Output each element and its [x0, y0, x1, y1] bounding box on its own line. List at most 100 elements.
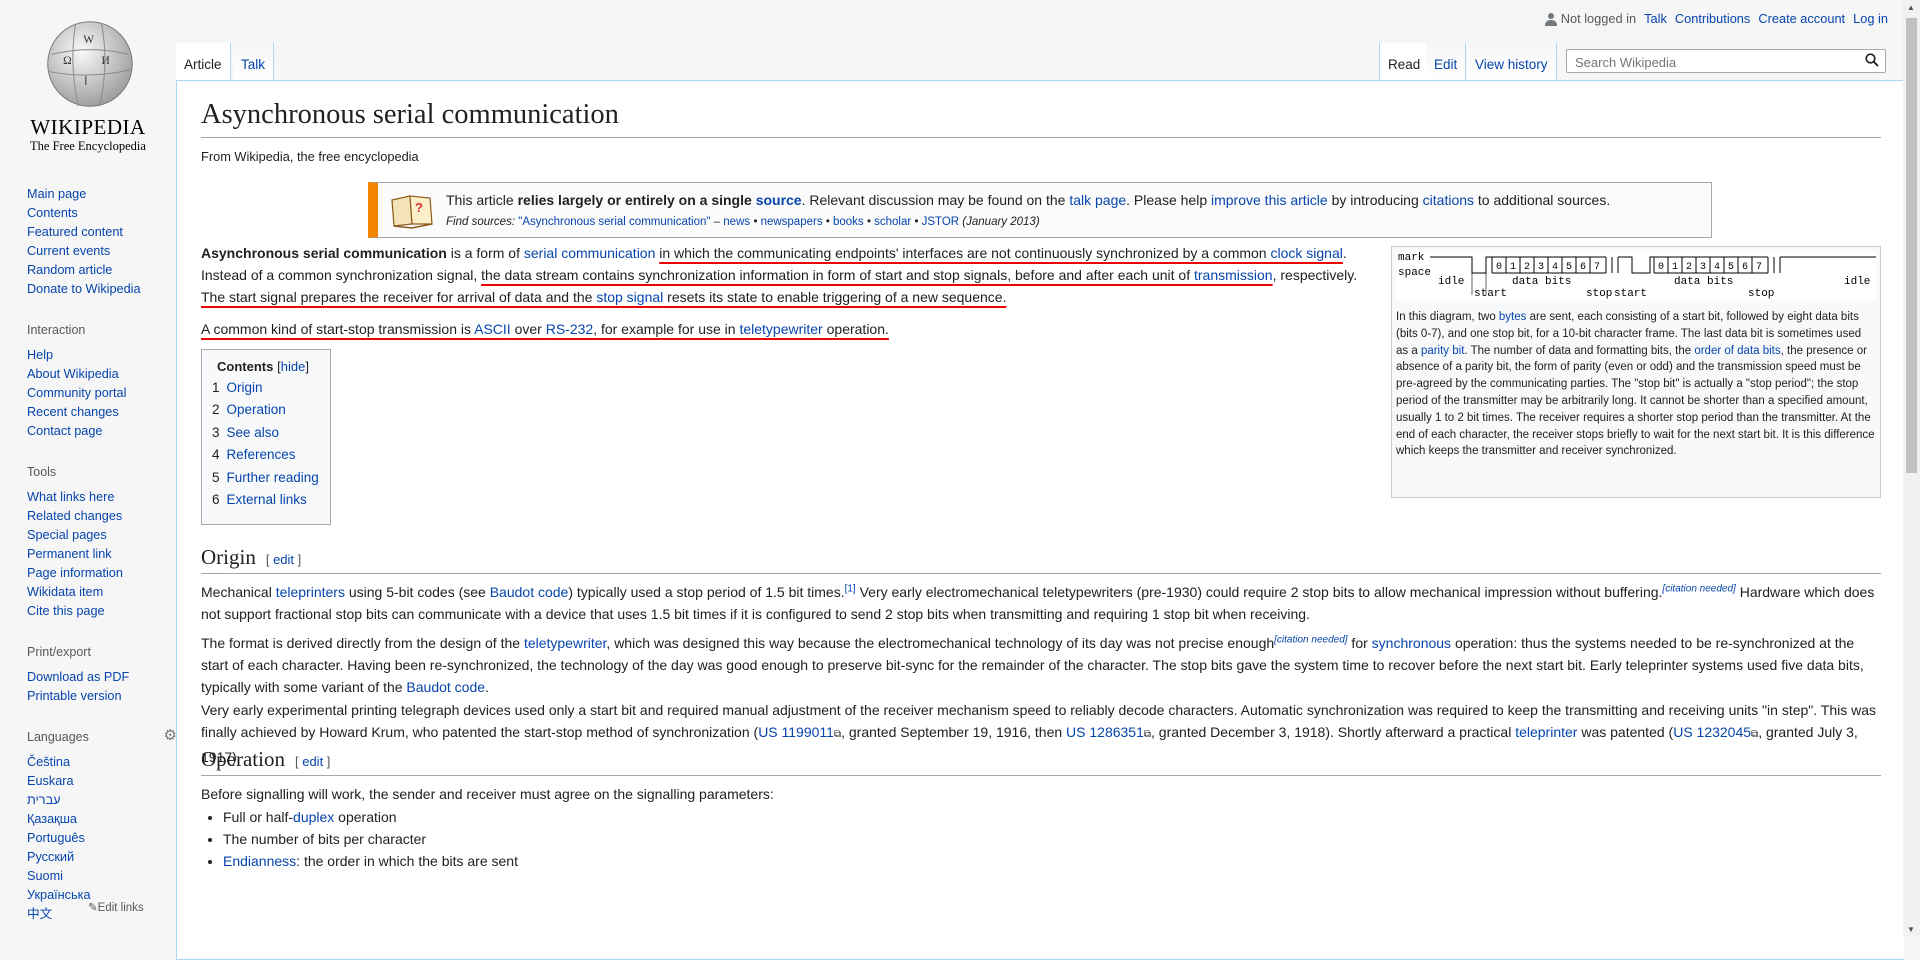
patent-link[interactable]: US 1199011: [758, 724, 834, 740]
ascii-link[interactable]: ASCII: [474, 321, 511, 337]
toc-entry-label[interactable]: Origin: [227, 380, 263, 395]
teletypewriter-link[interactable]: teletypewriter: [524, 635, 606, 651]
edit-links-button[interactable]: ✎Edit links: [88, 900, 144, 914]
sidebar-item-language[interactable]: עברית: [27, 791, 177, 810]
source-warning-box: ? This article relies largely or entirel…: [368, 182, 1712, 238]
citation-needed-link[interactable]: [citation needed]: [1662, 583, 1735, 594]
tab-article[interactable]: Article: [176, 43, 231, 80]
sidebar-item-contents[interactable]: Contents: [27, 204, 177, 223]
teleprinter-link[interactable]: teleprinter: [1515, 724, 1577, 740]
sidebar-item-what-links-here[interactable]: What links here: [27, 488, 177, 507]
sidebar-item-download-pdf[interactable]: Download as PDF: [27, 668, 177, 687]
rs-232-link[interactable]: RS-232: [546, 321, 593, 337]
sidebar-item-main-page[interactable]: Main page: [27, 185, 177, 204]
stop-signal-link[interactable]: stop signal: [596, 289, 663, 305]
tab-edit[interactable]: Edit: [1426, 43, 1467, 80]
sidebar-item-community-portal[interactable]: Community portal: [27, 384, 177, 403]
patent-link[interactable]: US 1232045: [1673, 724, 1751, 740]
baudot-code-link[interactable]: Baudot code: [406, 679, 485, 695]
sidebar-item-donate[interactable]: Donate to Wikipedia: [27, 280, 177, 299]
transmission-link[interactable]: transmission: [1194, 267, 1273, 283]
toc-entry[interactable]: 3 See also: [212, 424, 320, 442]
clock-signal-link[interactable]: clock signal: [1271, 245, 1343, 261]
teletypewriter-link[interactable]: teletypewriter: [739, 321, 822, 337]
talk-link[interactable]: Talk: [1644, 11, 1667, 26]
origin-edit-link[interactable]: edit: [273, 552, 294, 567]
tab-read[interactable]: Read: [1379, 43, 1430, 80]
bytes-link[interactable]: bytes: [1499, 311, 1527, 323]
log-in-link[interactable]: Log in: [1853, 11, 1888, 26]
source-link[interactable]: source: [756, 192, 802, 208]
operation-heading-text: Operation: [201, 747, 285, 771]
toc-entry[interactable]: 2 Operation: [212, 401, 320, 419]
toc-entry[interactable]: 6 External links: [212, 491, 320, 509]
books-link[interactable]: books: [833, 216, 864, 228]
sidebar-item-language[interactable]: Suomi: [27, 867, 177, 886]
sidebar-item-printable-version[interactable]: Printable version: [27, 687, 177, 706]
order-of-data-bits-link[interactable]: order of data bits: [1694, 345, 1780, 357]
synchronous-link[interactable]: synchronous: [1372, 635, 1451, 651]
sidebar-item-random-article[interactable]: Random article: [27, 261, 177, 280]
toc-entry-label[interactable]: External links: [227, 492, 307, 507]
scholar-link[interactable]: scholar: [874, 216, 911, 228]
toc-entry[interactable]: 5 Further reading: [212, 469, 320, 487]
toc-entry-label[interactable]: Operation: [227, 402, 286, 417]
toc-entry-label[interactable]: Further reading: [227, 470, 319, 485]
duplex-link[interactable]: duplex: [293, 809, 334, 825]
operation-edit-link[interactable]: edit: [302, 754, 323, 769]
sidebar-item-related-changes[interactable]: Related changes: [27, 507, 177, 526]
sidebar-item-language[interactable]: Português: [27, 829, 177, 848]
toc-hide-toggle[interactable]: hide: [281, 359, 306, 374]
toc-entry-label[interactable]: See also: [227, 425, 280, 440]
wikipedia-logo[interactable]: W Ω И ا WIKIPEDIA The Free Encyclopedia: [0, 0, 176, 160]
gear-icon[interactable]: ⚙: [164, 726, 177, 745]
sidebar-item-language[interactable]: Čeština: [27, 753, 177, 772]
sidebar-item-wikidata-item[interactable]: Wikidata item: [27, 583, 177, 602]
create-account-link[interactable]: Create account: [1758, 11, 1845, 26]
sidebar-item-permanent-link[interactable]: Permanent link: [27, 545, 177, 564]
sidebar-heading-tools: Tools: [27, 465, 57, 479]
citations-link[interactable]: citations: [1423, 192, 1474, 208]
talk-page-link[interactable]: talk page: [1069, 192, 1126, 208]
toc-entry-label[interactable]: References: [227, 447, 296, 462]
find-sources-query-link[interactable]: "Asynchronous serial communication": [518, 216, 710, 228]
tab-talk[interactable]: Talk: [233, 43, 275, 80]
page-scrollbar[interactable]: ▲ ▼: [1903, 0, 1920, 937]
sidebar-item-help[interactable]: Help: [27, 346, 177, 365]
sidebar-item-language[interactable]: Русский: [27, 848, 177, 867]
tab-view-history[interactable]: View history: [1467, 43, 1557, 80]
sidebar-item-language[interactable]: Euskara: [27, 772, 177, 791]
scroll-down-arrow-icon[interactable]: ▼: [1907, 925, 1915, 934]
search-icon[interactable]: [1865, 53, 1879, 67]
start-stop-timing-diagram[interactable]: mark space 01234567 01234567 idle data b…: [1396, 251, 1876, 301]
sidebar-item-featured-content[interactable]: Featured content: [27, 223, 177, 242]
news-link[interactable]: news: [723, 216, 750, 228]
contributions-link[interactable]: Contributions: [1675, 11, 1750, 26]
toc-entry[interactable]: 4 References: [212, 446, 320, 464]
toc-entry[interactable]: 1 Origin: [212, 379, 320, 397]
diagram-label-data-bits: data bits: [1674, 276, 1733, 288]
sidebar-item-page-information[interactable]: Page information: [27, 564, 177, 583]
endianness-link[interactable]: Endianness: [223, 853, 296, 869]
section-heading-operation: Operation [ edit ]: [201, 747, 1881, 776]
reference-link[interactable]: [1]: [845, 583, 856, 594]
sidebar-item-about[interactable]: About Wikipedia: [27, 365, 177, 384]
teleprinters-link[interactable]: teleprinters: [276, 584, 345, 600]
sidebar-item-contact-page[interactable]: Contact page: [27, 422, 177, 441]
newspapers-link[interactable]: newspapers: [761, 216, 823, 228]
patent-link[interactable]: US 1286351: [1066, 724, 1144, 740]
scroll-up-arrow-icon[interactable]: ▲: [1907, 3, 1915, 12]
jstor-link[interactable]: JSTOR: [922, 216, 960, 228]
citation-needed-link[interactable]: [citation needed]: [1274, 634, 1347, 645]
parity-bit-link[interactable]: parity bit: [1421, 345, 1464, 357]
scrollbar-thumb[interactable]: [1906, 18, 1917, 473]
improve-article-link[interactable]: improve this article: [1211, 192, 1328, 208]
sidebar-item-language[interactable]: Қазақша: [27, 810, 177, 829]
serial-communication-link[interactable]: serial communication: [524, 245, 656, 261]
sidebar-item-current-events[interactable]: Current events: [27, 242, 177, 261]
sidebar-item-cite-this-page[interactable]: Cite this page: [27, 602, 177, 621]
sidebar-item-special-pages[interactable]: Special pages: [27, 526, 177, 545]
baudot-code-link[interactable]: Baudot code: [490, 584, 569, 600]
search-input[interactable]: [1573, 51, 1867, 73]
sidebar-item-recent-changes[interactable]: Recent changes: [27, 403, 177, 422]
